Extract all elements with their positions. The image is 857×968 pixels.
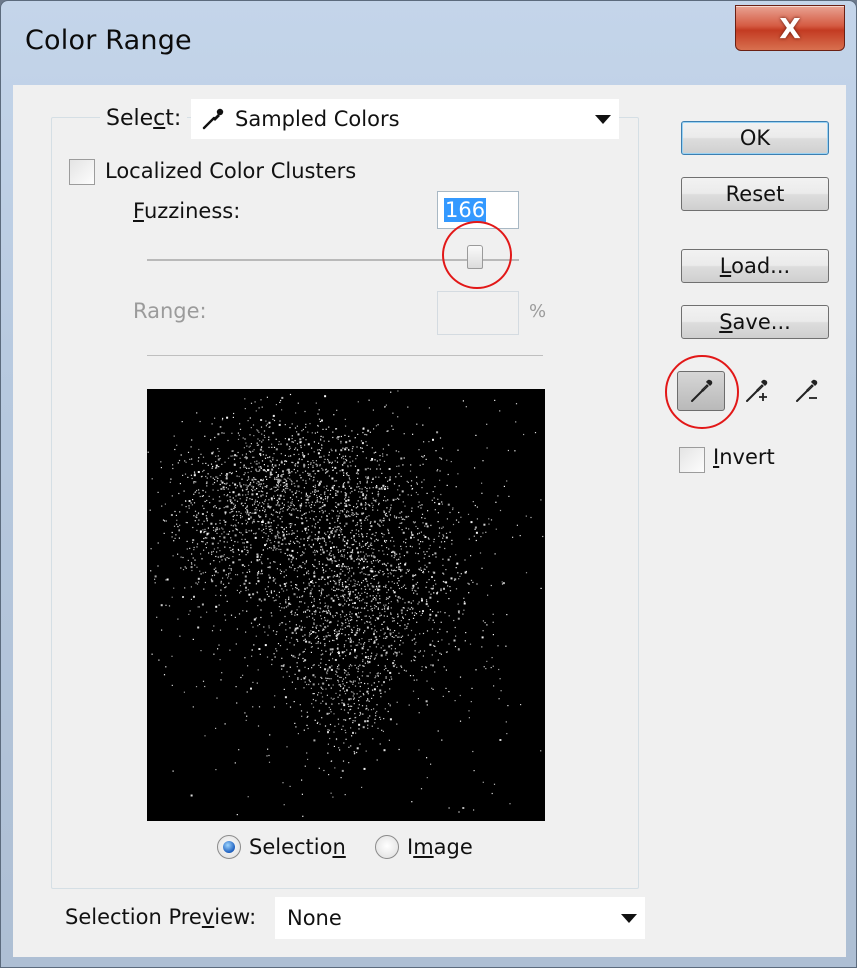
- color-range-dialog: Color Range X Select: Sampled Colors Loc…: [0, 0, 857, 968]
- ok-button[interactable]: OK: [681, 121, 829, 155]
- image-radio[interactable]: [375, 835, 399, 859]
- invert-label: Invert: [713, 445, 775, 469]
- chevron-down-icon: [621, 914, 637, 923]
- close-icon: X: [779, 11, 801, 45]
- dialog-title: Color Range: [25, 25, 192, 56]
- range-input: [437, 291, 519, 335]
- chevron-down-icon: [595, 115, 611, 124]
- preview-noise: [147, 390, 544, 817]
- close-button[interactable]: X: [735, 5, 845, 51]
- separator: [147, 355, 543, 356]
- annotation-circle: [442, 221, 512, 289]
- fuzziness-value: 166: [444, 198, 487, 222]
- annotation-circle: [665, 355, 739, 429]
- save-button[interactable]: Save...: [681, 305, 829, 339]
- title-bar: Color Range X: [1, 1, 857, 85]
- selection-preview-value: None: [287, 906, 342, 930]
- eyedropper-minus-tool[interactable]: [789, 373, 825, 409]
- select-dropdown[interactable]: Sampled Colors: [191, 99, 619, 139]
- localized-clusters-label: Localized Color Clusters: [105, 159, 357, 183]
- selection-preview-label: Selection Preview:: [65, 905, 257, 929]
- eyedropper-icon: [202, 108, 224, 130]
- selection-preview-image: [147, 389, 545, 821]
- fuzziness-label: Fuzziness:: [133, 199, 241, 223]
- range-label: Range:: [133, 299, 207, 323]
- eyedropper-minus-icon: [796, 379, 818, 402]
- range-unit: %: [529, 301, 547, 322]
- reset-button[interactable]: Reset: [681, 177, 829, 211]
- invert-checkbox[interactable]: [679, 447, 705, 473]
- eyedropper-plus-tool[interactable]: [739, 373, 775, 409]
- load-button[interactable]: Load...: [681, 249, 829, 283]
- image-radio-label: Image: [407, 835, 473, 859]
- localized-clusters-checkbox[interactable]: [69, 159, 95, 185]
- eyedropper-plus-icon: [746, 379, 768, 402]
- select-value: Sampled Colors: [235, 107, 400, 131]
- selection-radio[interactable]: [217, 835, 241, 859]
- selection-preview-dropdown[interactable]: None: [275, 897, 645, 939]
- selection-radio-label: Selection: [249, 835, 346, 859]
- dialog-body: Select: Sampled Colors Localized Color C…: [13, 85, 846, 957]
- select-label: Select:: [100, 106, 188, 131]
